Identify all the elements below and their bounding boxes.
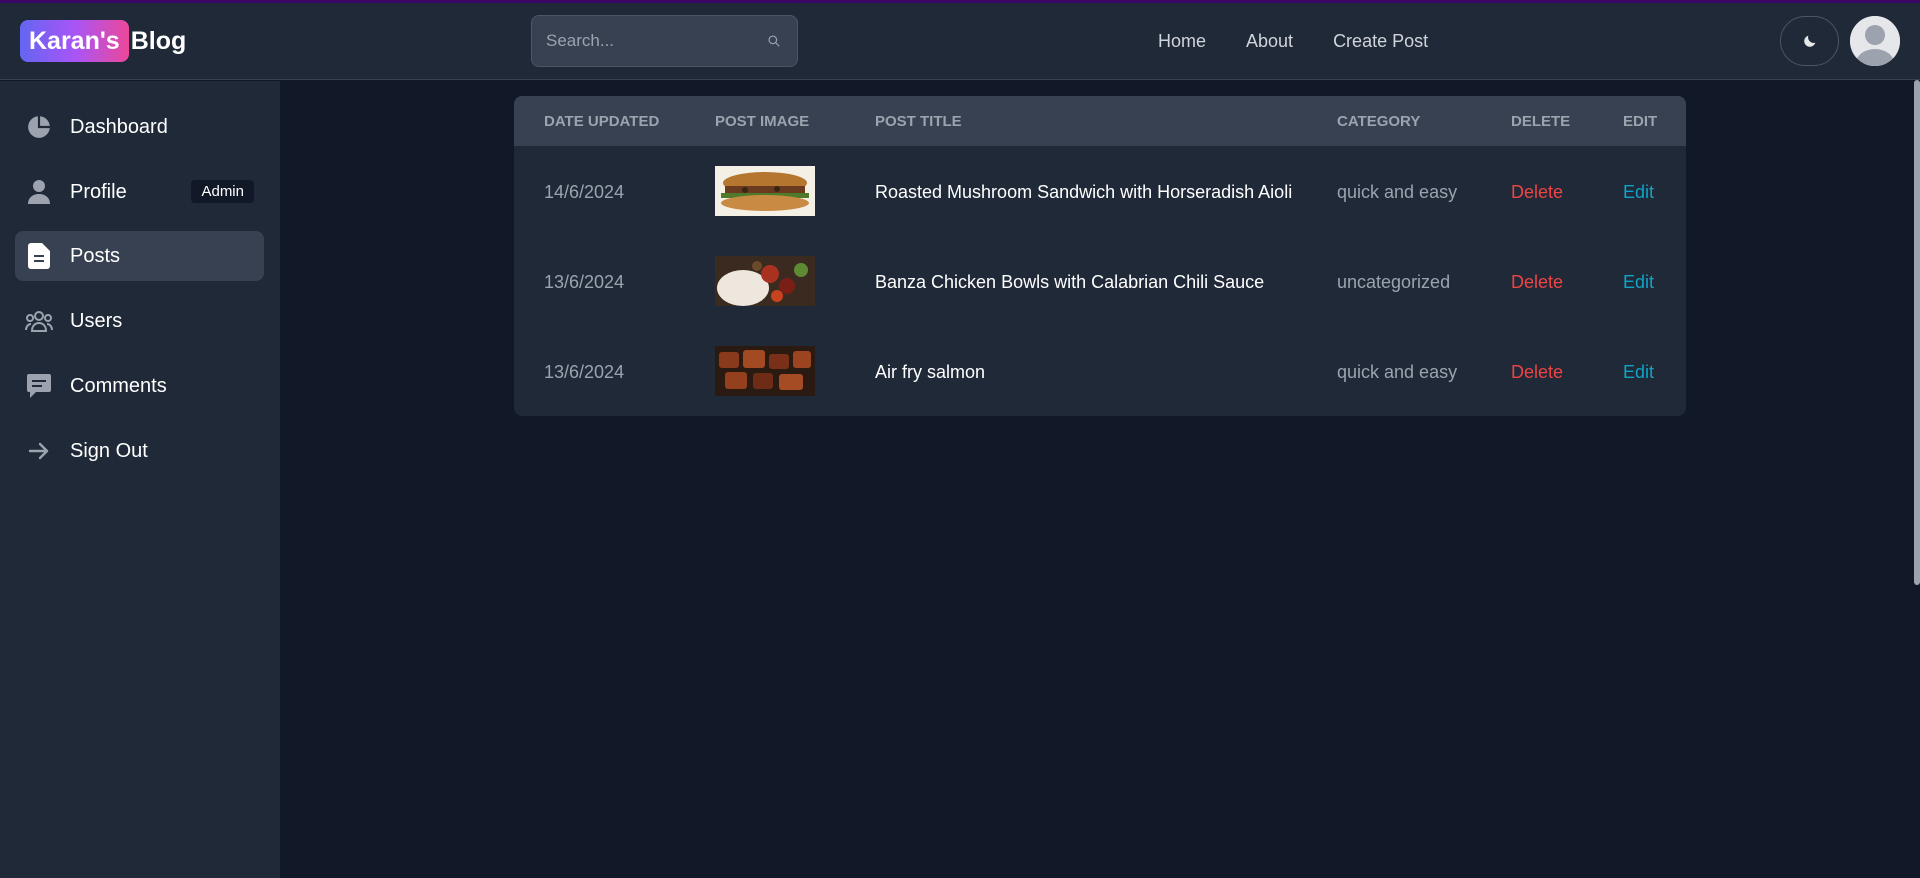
row-post-title[interactable]: Banza Chicken Bowls with Calabrian Chili… <box>875 272 1264 293</box>
nav-home-link[interactable]: Home <box>1158 31 1206 52</box>
delete-button[interactable]: Delete <box>1511 182 1563 203</box>
chicken-bowl-photo <box>715 256 815 306</box>
logo-badge: Karan's <box>20 20 129 62</box>
top-navbar: Karan's Blog Home About Create Post <box>0 3 1920 80</box>
delete-button[interactable]: Delete <box>1511 272 1563 293</box>
table-row: 13/6/2024 Air fry salmon quick and easy … <box>514 326 1686 416</box>
user-icon <box>25 178 53 206</box>
sidebar-item-label: Dashboard <box>70 115 168 138</box>
row-category: uncategorized <box>1337 272 1451 292</box>
row-post-title[interactable]: Roasted Mushroom Sandwich with Horseradi… <box>875 182 1292 203</box>
sidebar-item-label: Comments <box>70 374 167 397</box>
header-category: Category <box>1337 113 1421 130</box>
search-icon[interactable] <box>767 28 781 54</box>
document-icon <box>25 242 53 270</box>
row-date: 13/6/2024 <box>544 362 625 382</box>
header-delete: Delete <box>1511 113 1571 130</box>
admin-badge: Admin <box>191 180 254 203</box>
post-thumbnail[interactable] <box>715 346 815 396</box>
search-box <box>531 15 798 67</box>
comment-icon <box>25 372 53 400</box>
row-date: 14/6/2024 <box>544 182 625 202</box>
row-post-title[interactable]: Air fry salmon <box>875 362 985 383</box>
sidebar-item-posts[interactable]: Posts <box>15 231 264 281</box>
page-scrollbar[interactable] <box>1914 80 1920 585</box>
post-thumbnail[interactable] <box>715 166 815 216</box>
nav-about-link[interactable]: About <box>1246 31 1293 52</box>
header-edit: Edit <box>1623 113 1658 130</box>
sidebar-item-label: Sign Out <box>70 439 148 462</box>
sidebar-item-sign-out[interactable]: Sign Out <box>15 426 264 476</box>
nav-create-post-link[interactable]: Create Post <box>1333 31 1428 52</box>
user-avatar[interactable] <box>1850 16 1900 66</box>
table-row: 13/6/2024 Banza Chicken Bowls with Calab… <box>514 236 1686 326</box>
edit-link[interactable]: Edit <box>1623 362 1654 383</box>
sidebar-item-dashboard[interactable]: Dashboard <box>15 102 264 152</box>
arrow-right-icon <box>25 437 53 465</box>
theme-toggle-button[interactable] <box>1780 16 1839 66</box>
moon-icon <box>1803 35 1815 47</box>
sidebar-item-profile[interactable]: Profile Admin <box>15 167 264 217</box>
post-thumbnail[interactable] <box>715 256 815 306</box>
edit-link[interactable]: Edit <box>1623 272 1654 293</box>
main-nav: Home About Create Post <box>1158 3 1428 80</box>
header-post-title: Post Title <box>875 113 962 130</box>
edit-link[interactable]: Edit <box>1623 182 1654 203</box>
site-logo[interactable]: Karan's Blog <box>20 19 186 63</box>
sidebar-item-comments[interactable]: Comments <box>15 361 264 411</box>
posts-table: Date Updated Post Image Post Title Categ… <box>514 96 1686 416</box>
pie-chart-icon <box>25 113 53 141</box>
users-group-icon <box>25 307 53 335</box>
table-row: 14/6/2024 Roasted Mushroom Sandwich with… <box>514 146 1686 236</box>
sidebar-item-users[interactable]: Users <box>15 296 264 346</box>
row-category: quick and easy <box>1337 362 1458 382</box>
delete-button[interactable]: Delete <box>1511 362 1563 383</box>
search-input[interactable] <box>532 16 767 66</box>
sidebar-item-label: Posts <box>70 244 121 267</box>
table-header-row: Date Updated Post Image Post Title Categ… <box>514 96 1686 146</box>
header-date-updated: Date Updated <box>544 113 660 130</box>
salmon-photo <box>715 346 815 396</box>
logo-text: Blog <box>130 26 187 55</box>
sidebar-item-label: Users <box>70 309 123 332</box>
sidebar-item-label: Profile <box>70 180 127 203</box>
row-category: quick and easy <box>1337 182 1458 202</box>
row-date: 13/6/2024 <box>544 272 625 292</box>
header-post-image: Post Image <box>715 113 810 130</box>
sandwich-photo <box>715 166 815 216</box>
user-avatar-icon <box>1850 16 1900 66</box>
sidebar: Dashboard Profile Admin Posts Users Comm… <box>0 81 280 878</box>
